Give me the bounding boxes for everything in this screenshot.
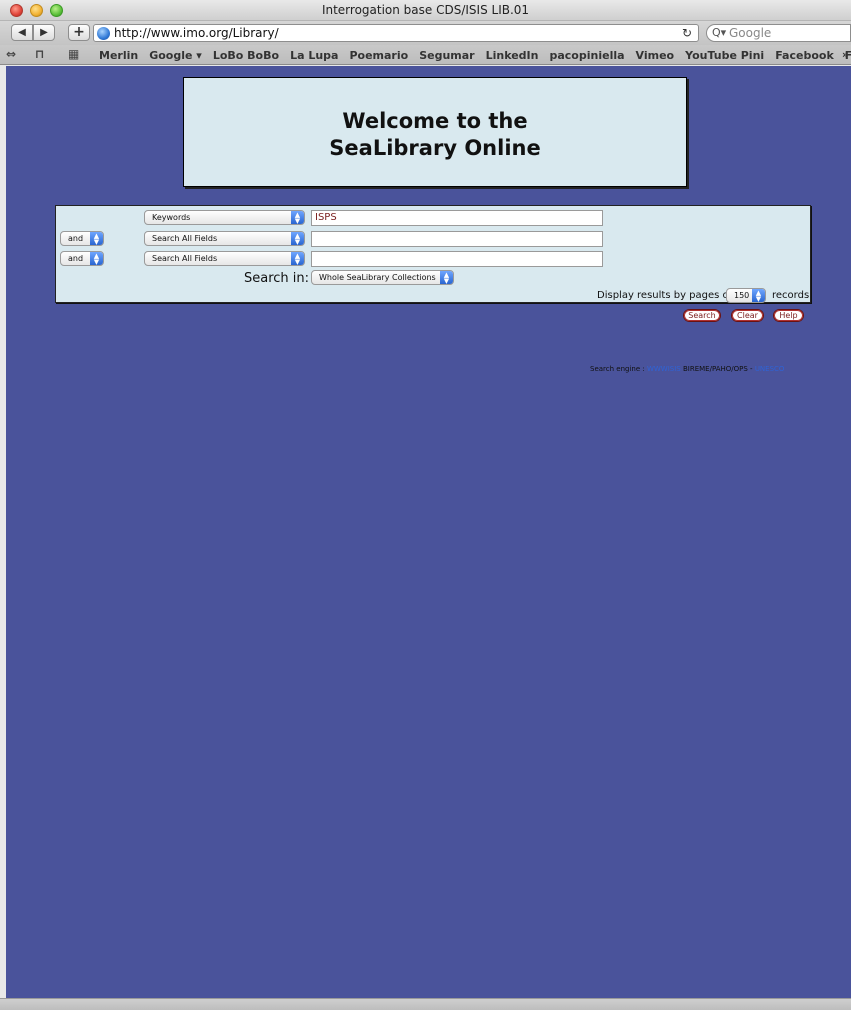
select-arrows-icon: ▲ ▼ — [291, 252, 304, 266]
add-bookmark-button[interactable]: + — [68, 24, 90, 41]
bookmarks-overflow-icon[interactable]: » — [842, 48, 849, 61]
records-label: records — [772, 290, 810, 301]
window-title: Interrogation base CDS/ISIS LIB.01 — [321, 3, 530, 17]
bookmarks-bar: ⇔ ⊓ ▦ Merlin Google ▾ LoBo BoBo La Lupa Poem… — [0, 45, 851, 65]
bookmark-item[interactable]: Merlin — [99, 49, 138, 62]
address-bar[interactable]: http://www.imo.org/Library/ ↻ — [93, 24, 699, 42]
page-content: Welcome to the SeaLibrary Online Keyword… — [6, 66, 851, 998]
window-titlebar: Interrogation base CDS/ISIS LIB.01 — [0, 0, 851, 21]
bookmark-item[interactable]: Facebook — [775, 49, 834, 62]
search-engine-credit: Search engine : WWWISIS BIREME/PAHO/OPS … — [590, 365, 784, 373]
web-search-placeholder: Google — [729, 26, 772, 40]
page-size-select[interactable]: 150 ▲ ▼ — [726, 288, 766, 303]
select-arrows-icon: ▲ ▼ — [752, 289, 765, 303]
collection-select[interactable]: Whole SeaLibrary Collections ▲ ▼ — [311, 270, 454, 285]
search-term-input-2[interactable] — [311, 231, 603, 247]
bookmark-item[interactable]: Vimeo — [636, 49, 675, 62]
field-select-3[interactable]: Search All Fields ▲ ▼ — [144, 251, 305, 266]
globe-icon — [97, 27, 110, 40]
back-button[interactable]: ◀ — [11, 24, 33, 41]
bookmark-item[interactable]: Poemario — [349, 49, 408, 62]
welcome-banner: Welcome to the SeaLibrary Online — [183, 77, 687, 187]
select-arrows-icon: ▲ ▼ — [440, 271, 453, 285]
welcome-line-2: SeaLibrary Online — [329, 136, 541, 160]
search-term-input-1[interactable]: ISPS — [311, 210, 603, 226]
wwwisis-link[interactable]: WWWISIS — [647, 365, 681, 373]
clear-button[interactable]: Clear — [731, 309, 764, 322]
top-sites-grid-icon[interactable]: ▦ — [68, 47, 79, 61]
credit-middle: BIREME/PAHO/OPS - — [682, 365, 753, 373]
web-search-input[interactable]: Q▾ Google — [706, 24, 851, 42]
display-results-label: Display results by pages of — [597, 290, 733, 301]
select-arrows-icon: ▲ ▼ — [291, 211, 304, 225]
reload-icon[interactable]: ↻ — [682, 25, 692, 41]
bookmark-item[interactable]: pacopiniella — [549, 49, 624, 62]
forward-button[interactable]: ▶ — [33, 24, 55, 41]
select-arrows-icon: ▲ ▼ — [90, 252, 103, 266]
search-form: Keywords ▲ ▼ ISPS and ▲ ▼ Search All Field… — [55, 205, 811, 303]
select-arrows-icon: ▲ ▼ — [291, 232, 304, 246]
field-select-1[interactable]: Keywords ▲ ▼ — [144, 210, 305, 225]
welcome-line-1: Welcome to the — [342, 109, 528, 133]
credit-prefix: Search engine : — [590, 365, 645, 373]
field-select-2[interactable]: Search All Fields ▲ ▼ — [144, 231, 305, 246]
operator-select-3[interactable]: and ▲ ▼ — [60, 251, 104, 266]
search-icon: Q▾ — [712, 26, 727, 39]
operator-select-2[interactable]: and ▲ ▼ — [60, 231, 104, 246]
search-button[interactable]: Search — [683, 309, 721, 322]
search-in-label: Search in: — [244, 271, 310, 286]
url-text: http://www.imo.org/Library/ — [114, 26, 279, 40]
bookmark-item[interactable]: Google ▾ — [149, 49, 202, 62]
help-button[interactable]: Help — [773, 309, 804, 322]
bookmark-item[interactable]: Segumar — [419, 49, 474, 62]
unesco-link[interactable]: UNESCO — [755, 365, 785, 373]
select-arrows-icon: ▲ ▼ — [90, 232, 103, 246]
bookmarks-book-icon[interactable]: ⊓ — [35, 47, 45, 61]
bookmark-item[interactable]: LinkedIn — [486, 49, 539, 62]
bookmark-item[interactable]: La Lupa — [290, 49, 338, 62]
status-bar — [0, 998, 851, 1010]
search-term-input-3[interactable] — [311, 251, 603, 267]
reading-list-icon[interactable]: ⇔ — [6, 47, 16, 61]
bookmark-item[interactable]: YouTube Pini — [685, 49, 764, 62]
bookmark-item[interactable]: LoBo BoBo — [213, 49, 279, 62]
browser-toolbar: ◀ ▶ + http://www.imo.org/Library/ ↻ Q▾ G… — [0, 21, 851, 45]
bookmark-items: Merlin Google ▾ LoBo BoBo La Lupa Poemario Se… — [99, 49, 851, 62]
